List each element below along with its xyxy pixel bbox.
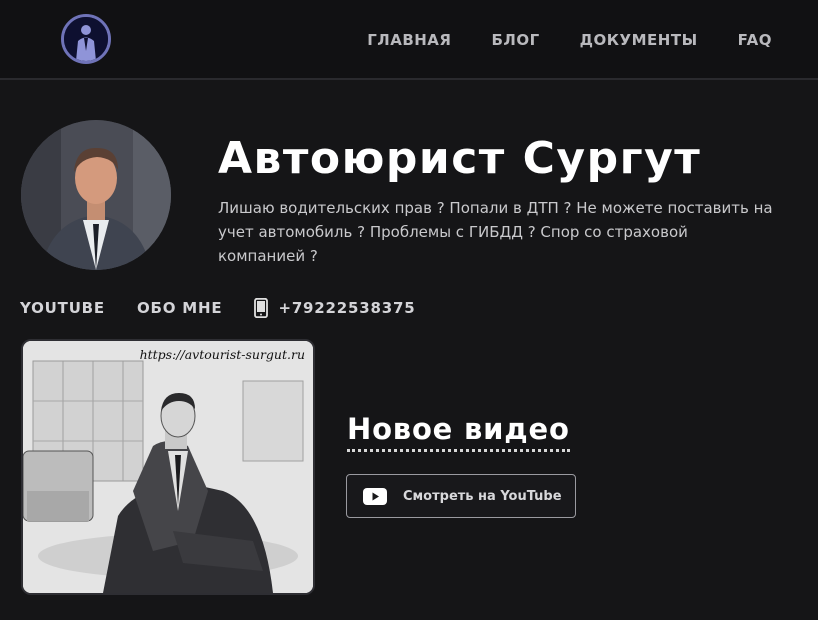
youtube-link[interactable]: YOUTUBE: [20, 299, 105, 317]
about-link[interactable]: ОБО МНЕ: [137, 299, 223, 317]
profile-avatar: [21, 120, 171, 270]
watch-on-youtube-button[interactable]: Смотреть на YouTube: [346, 474, 576, 518]
video-thumbnail[interactable]: https://avtourist-surgut.ru: [21, 339, 315, 595]
main-nav: ГЛАВНАЯ БЛОГ ДОКУМЕНТЫ FAQ: [367, 31, 772, 49]
mobile-phone-icon: [254, 298, 269, 318]
nav-home[interactable]: ГЛАВНАЯ: [367, 31, 451, 49]
phone-number: +79222538375: [278, 299, 416, 317]
watch-on-youtube-label: Смотреть на YouTube: [403, 488, 562, 504]
phone-link[interactable]: +79222538375: [254, 298, 415, 318]
profile-links: YOUTUBE ОБО МНЕ +79222538375: [20, 298, 447, 318]
nav-blog[interactable]: БЛОГ: [491, 31, 539, 49]
thumbnail-url-text: https://avtourist-surgut.ru: [139, 347, 305, 362]
youtube-play-icon: [363, 487, 387, 505]
site-header: ГЛАВНАЯ БЛОГ ДОКУМЕНТЫ FAQ: [0, 0, 818, 80]
profile-description: Лишаю водительских прав ? Попали в ДТП ?…: [218, 199, 773, 265]
nav-faq[interactable]: FAQ: [738, 31, 772, 49]
lawyer-sketch-image: [23, 341, 313, 593]
nav-documents[interactable]: ДОКУМЕНТЫ: [580, 31, 698, 49]
site-logo-icon[interactable]: [61, 14, 111, 64]
video-section-title: Новое видео: [347, 412, 570, 452]
page-title: Автоюрист Сургут: [218, 133, 702, 184]
